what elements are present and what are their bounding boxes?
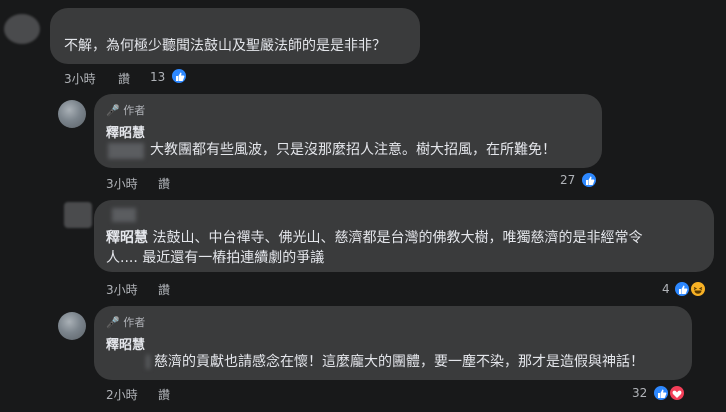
reaction-count[interactable]: 13 — [150, 70, 165, 84]
author-tag: 🎤 作者 — [106, 104, 146, 117]
commenter-avatar[interactable] — [4, 14, 40, 44]
author-avatar[interactable] — [58, 312, 86, 340]
comment-time[interactable]: 3小時 — [106, 175, 138, 192]
microphone-icon: 🎤 — [106, 316, 120, 329]
redacted-text — [112, 208, 136, 222]
haha-icon[interactable] — [689, 280, 707, 298]
like-button[interactable]: 讚 — [158, 281, 170, 298]
author-tag: 🎤 作者 — [106, 316, 146, 329]
like-icon[interactable] — [580, 171, 598, 189]
redacted-text — [146, 355, 150, 369]
microphone-icon: 🎤 — [106, 104, 120, 117]
like-icon[interactable] — [170, 67, 188, 85]
like-button[interactable]: 讚 — [118, 70, 130, 87]
comment-author-name[interactable]: 釋昭慧 — [106, 122, 145, 141]
comment-text: 不解，為何極少聽聞法鼓山及聖嚴法師的是是非非？ — [64, 38, 386, 54]
like-button[interactable]: 讚 — [158, 386, 170, 403]
like-button[interactable]: 讚 — [158, 175, 170, 192]
love-icon[interactable] — [668, 384, 686, 402]
comment-author-name[interactable]: 釋昭慧 — [106, 334, 145, 353]
comment-text: 慈濟的貢獻也請感念在懷！這麼龐大的團體，要一塵不染，那才是造假與神話！ — [154, 354, 644, 370]
author-avatar[interactable] — [58, 100, 86, 128]
reaction-count[interactable]: 32 — [632, 386, 647, 400]
reaction-count[interactable]: 27 — [560, 173, 575, 187]
comment-text-line1: 釋昭慧 法鼓山、中台禪寺、佛光山、慈濟都是台灣的佛教大樹，唯獨慈濟的是非經常令 — [106, 230, 643, 246]
comment-time[interactable]: 3小時 — [106, 281, 138, 298]
comment-time[interactable]: 2小時 — [106, 386, 138, 403]
comment-author-name[interactable]: 釋昭慧 — [106, 230, 148, 246]
commenter-avatar[interactable] — [64, 202, 92, 228]
comment-text: 大教團都有些風波，只是沒那麼招人注意。樹大招風，在所難免！ — [150, 142, 556, 158]
comment-time[interactable]: 3小時 — [64, 70, 96, 87]
reaction-count[interactable]: 4 — [662, 282, 670, 296]
redacted-text — [108, 143, 144, 159]
comment-text-line2: 人.... 最近還有一樁拍連續劇的爭議 — [106, 250, 325, 266]
